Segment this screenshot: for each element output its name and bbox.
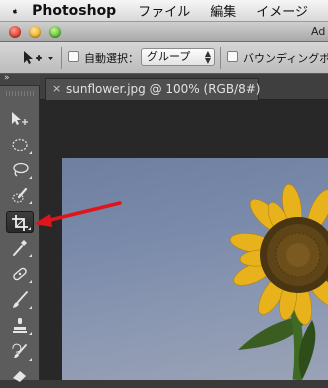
document-workspace[interactable] <box>40 100 328 380</box>
menu-image[interactable]: イメージ <box>256 1 308 20</box>
updown-arrows-icon: ▲ ▼ <box>204 49 211 65</box>
tool-flyout-indicator <box>29 151 32 154</box>
bandage-icon <box>13 267 27 281</box>
history-brush-icon <box>12 343 27 358</box>
stamp-icon <box>13 318 27 333</box>
quick-selection-tool[interactable] <box>6 184 34 206</box>
lasso-tool[interactable] <box>6 159 34 181</box>
panel-grip[interactable] <box>6 91 34 96</box>
apple-logo-icon[interactable] <box>12 3 18 19</box>
close-button[interactable] <box>9 26 21 38</box>
tool-flyout-indicator <box>29 306 32 309</box>
eyedropper-tool[interactable] <box>6 237 34 259</box>
auto-select-target-dropdown[interactable]: グループ ▲ ▼ <box>141 48 215 66</box>
auto-select-label: 自動選択： <box>84 52 139 65</box>
close-tab-icon[interactable]: × <box>52 82 61 95</box>
dropdown-value: グループ <box>147 50 191 63</box>
clone-stamp-tool[interactable] <box>6 315 34 337</box>
collapse-icon[interactable]: » <box>4 73 10 83</box>
image-canvas[interactable] <box>62 158 328 380</box>
menu-bar: Photoshop ファイル 編集 イメージ <box>0 0 328 22</box>
eraser-tool[interactable] <box>6 366 34 388</box>
window-title-bar[interactable]: Ad <box>0 22 328 42</box>
lasso-icon <box>13 162 29 177</box>
auto-select-checkbox[interactable] <box>68 51 79 62</box>
options-separator <box>61 47 62 69</box>
tool-flyout-indicator <box>29 280 32 283</box>
crop-tool[interactable] <box>6 211 34 233</box>
document-tab[interactable]: × sunflower.jpg @ 100% (RGB/8#) <box>45 78 261 100</box>
minimize-button[interactable] <box>29 26 41 38</box>
brush-icon <box>13 291 28 308</box>
menu-edit[interactable]: 編集 <box>210 1 236 20</box>
menu-file[interactable]: ファイル <box>138 1 190 20</box>
options-bar: 自動選択： グループ ▲ ▼ バウンディングボ <box>0 42 328 74</box>
window-title: Ad <box>311 25 326 38</box>
move-tool-icon <box>24 51 53 64</box>
sunflower-image <box>229 183 328 380</box>
document-tab-title: sunflower.jpg @ 100% (RGB/8#) <box>66 82 261 96</box>
document-tab-bar: × sunflower.jpg @ 100% (RGB/8#) <box>40 74 328 100</box>
move-icon <box>12 112 28 125</box>
elliptical-marquee-icon <box>12 138 28 152</box>
brush-tool[interactable] <box>6 289 34 311</box>
tool-preset-picker[interactable] <box>22 49 54 67</box>
move-tool[interactable] <box>6 109 34 131</box>
healing-brush-tool[interactable] <box>6 263 34 285</box>
options-separator <box>220 47 221 69</box>
marquee-tool[interactable] <box>6 134 34 156</box>
show-bounding-box-checkbox[interactable] <box>227 51 238 62</box>
tools-panel-header[interactable]: » <box>0 73 40 86</box>
eyedropper-icon <box>13 240 27 256</box>
app-menu-photoshop[interactable]: Photoshop <box>32 3 116 19</box>
tool-flyout-indicator <box>29 332 32 335</box>
tool-flyout-indicator <box>28 227 31 230</box>
history-brush-tool[interactable] <box>6 341 34 363</box>
tool-flyout-indicator <box>29 254 32 257</box>
quick-selection-icon <box>12 187 28 203</box>
tools-panel: » <box>0 73 40 382</box>
tool-flyout-indicator <box>29 358 32 361</box>
bounding-box-label: バウンディングボ <box>243 52 328 65</box>
tool-flyout-indicator <box>29 201 32 204</box>
zoom-button[interactable] <box>49 26 61 38</box>
tool-flyout-indicator <box>29 176 32 179</box>
